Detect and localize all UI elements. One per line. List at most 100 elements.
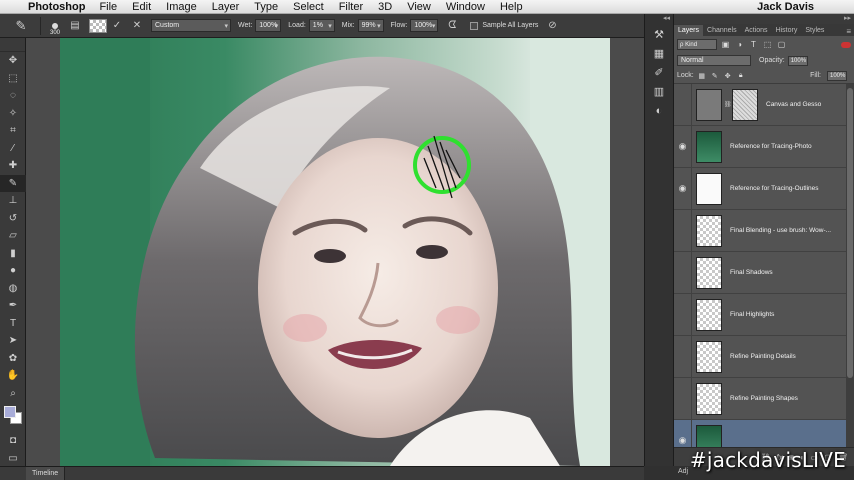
lock-position-icon[interactable]: ✥ [723,71,733,81]
eye-icon[interactable]: ◉ [674,419,692,447]
quick-mask-icon[interactable]: ◘ [0,432,26,450]
menu-file[interactable]: File [99,1,117,13]
flow-input[interactable]: 100% [410,19,439,32]
mixer-brush-tool-icon[interactable]: ✎ [0,174,26,192]
blend-mode-dropdown[interactable]: Normal [677,55,751,66]
filter-type-icon[interactable]: T [748,39,759,50]
opacity-input[interactable]: 100% [787,55,808,66]
quick-select-tool-icon[interactable]: ✧ [0,105,26,123]
tool-preset-picker[interactable]: ✎ [6,16,36,36]
brush-panel-dock-icon[interactable]: ▦ [645,45,673,62]
menu-edit[interactable]: Edit [132,1,151,13]
tab-actions[interactable]: Actions [741,25,772,36]
visibility-toggle[interactable] [674,377,692,420]
collapse-dock-icon[interactable]: ◂◂ [645,14,673,24]
tab-layers[interactable]: Layers [674,25,704,36]
sample-all-layers-checkbox[interactable] [470,21,479,30]
brush-preset-picker[interactable]: 300 [45,16,65,36]
menu-help[interactable]: Help [500,1,523,13]
lock-transparent-icon[interactable]: ▦ [697,71,707,81]
layer-row-final-shadows[interactable]: Final Shadows [674,251,846,294]
adjustments-tab[interactable]: Adj [678,468,688,475]
tab-styles[interactable]: Styles [801,25,828,36]
scrollbar-thumb[interactable] [847,88,853,378]
eyedropper-tool-icon[interactable]: ⁄ [0,140,26,158]
tool-presets-panel-icon[interactable]: ⚒ [645,26,673,43]
filter-pixel-icon[interactable]: ▣ [720,39,731,50]
eye-icon[interactable]: ◉ [674,167,692,210]
lock-pixels-icon[interactable]: ✎ [710,71,720,81]
marquee-tool-icon[interactable]: ⬚ [0,70,26,88]
timeline-tab[interactable]: Timeline [26,466,66,480]
layer-row-refine-shapes[interactable]: Refine Painting Shapes [674,377,846,420]
menu-type[interactable]: Type [254,1,278,13]
lock-all-icon[interactable]: 🔒︎ [736,71,746,81]
shape-tool-icon[interactable]: ✿ [0,350,26,368]
visibility-toggle[interactable] [674,335,692,378]
menu-window[interactable]: Window [446,1,485,13]
layers-scrollbar[interactable] [846,84,854,447]
filter-smart-object-icon[interactable]: ▢ [776,39,787,50]
filter-kind-dropdown[interactable]: ρ Kind [677,39,717,50]
layer-row-canvas-gesso[interactable]: ⛓ Canvas and Gesso [674,84,846,126]
clone-stamp-tool-icon[interactable]: ⊥ [0,192,26,210]
layer-row-final-blending[interactable]: Final Blending - use brush: Wow-... [674,209,846,252]
tab-history[interactable]: History [772,25,802,36]
mix-input[interactable]: 99% [357,19,384,32]
brush-presets-panel-icon[interactable]: ✐ [645,64,673,81]
layer-row-selected[interactable]: ◉ [674,419,846,447]
screen-mode-icon[interactable]: ▭ [0,450,26,468]
load-input[interactable]: 1% [308,19,335,32]
filter-shape-icon[interactable]: ⬚ [762,39,773,50]
layer-row-reference-photo[interactable]: ◉ Reference for Tracing-Photo [674,125,846,168]
clean-brush-icon[interactable]: ✕ [129,18,145,34]
menu-filter[interactable]: Filter [339,1,363,13]
pressure-size-icon[interactable]: ⊘ [544,18,560,34]
visibility-toggle[interactable] [674,251,692,294]
current-load-swatch[interactable] [89,18,107,33]
menu-select[interactable]: Select [293,1,324,13]
layer-row-refine-details[interactable]: Refine Painting Details [674,335,846,378]
toolbox-grip[interactable] [0,38,25,52]
visibility-toggle[interactable] [674,209,692,252]
gradient-tool-icon[interactable]: ▮ [0,245,26,263]
tab-channels[interactable]: Channels [703,25,741,36]
filter-toggle[interactable] [841,41,851,48]
eraser-tool-icon[interactable]: ▱ [0,227,26,245]
panel-menu-icon[interactable]: ≡ [846,27,851,36]
type-tool-icon[interactable]: T [0,315,26,333]
load-brush-icon[interactable]: ✓ [109,18,125,34]
blur-tool-icon[interactable]: ● [0,262,26,280]
crop-tool-icon[interactable]: ⌗ [0,122,26,140]
move-tool-icon[interactable]: ✥ [0,52,26,70]
foreground-color-swatch[interactable] [4,406,16,418]
history-brush-tool-icon[interactable]: ↺ [0,210,26,228]
menu-layer[interactable]: Layer [212,1,240,13]
visibility-toggle[interactable] [674,293,692,336]
zoom-tool-icon[interactable]: ⌕ [0,385,26,403]
visibility-toggle[interactable] [674,84,692,126]
fill-input[interactable]: 100% [827,70,847,81]
eye-icon[interactable]: ◉ [674,125,692,168]
menu-image[interactable]: Image [166,1,197,13]
panel-collapse-bar[interactable]: ▸▸ [674,14,854,24]
brush-panel-icon[interactable]: ▤ [67,18,83,34]
menu-view[interactable]: View [407,1,431,13]
pen-tool-icon[interactable]: ✒ [0,297,26,315]
navigator-panel-icon[interactable]: ▥ [645,83,673,100]
dodge-tool-icon[interactable]: ◍ [0,280,26,298]
lasso-tool-icon[interactable]: ◌ [0,87,26,105]
app-name-menu[interactable]: Photoshop [28,1,85,13]
menu-3d[interactable]: 3D [378,1,392,13]
airbrush-icon[interactable]: ᗧ [444,18,460,34]
hand-tool-icon[interactable]: ✋ [0,367,26,385]
path-select-tool-icon[interactable]: ➤ [0,332,26,350]
layer-row-reference-outlines[interactable]: ◉ Reference for Tracing-Outlines [674,167,846,210]
layer-row-final-highlights[interactable]: Final Highlights [674,293,846,336]
user-name[interactable]: Jack Davis [757,1,814,13]
healing-brush-tool-icon[interactable]: ✚ [0,157,26,175]
painting-canvas[interactable] [60,38,610,466]
filter-adjustment-icon[interactable]: ◑ [734,39,745,50]
adjustments-panel-icon[interactable]: ◐ [645,102,673,119]
blending-preset-dropdown[interactable]: Custom [151,19,231,32]
